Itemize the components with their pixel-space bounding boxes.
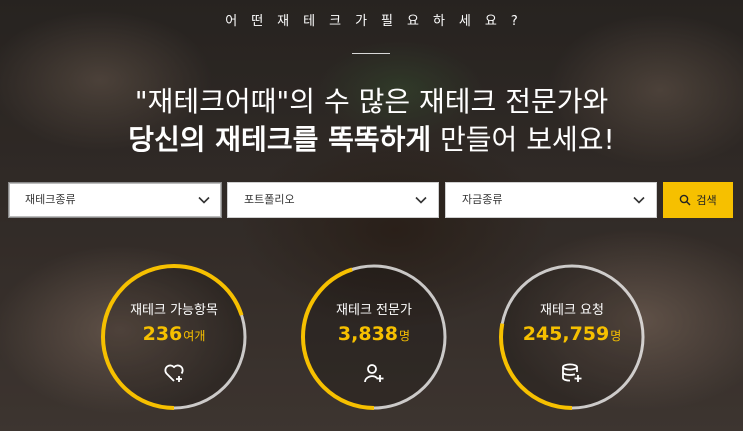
chevron-down-icon — [633, 196, 645, 204]
portfolio-select-value: 포트폴리오 — [244, 193, 295, 206]
stat-label: 재테크 전문가 — [336, 303, 412, 318]
type-select-value: 재테크종류 — [25, 193, 76, 206]
stat-unit: 명 — [610, 329, 622, 343]
stat-value: 236여개 — [100, 323, 248, 345]
headline-emphasis: 당신의 재테크를 똑똑하게 — [128, 123, 432, 156]
stat-number: 236 — [142, 323, 183, 345]
search-icon — [680, 194, 691, 206]
hero-tagline: 어떤재테크가필요하세요? — [225, 14, 532, 29]
search-button[interactable]: 검색 — [663, 182, 733, 218]
stat-available-items: 재테크 가능항목 236여개 — [100, 263, 248, 411]
headline-rest: 만들어 보세요! — [431, 123, 615, 156]
stat-number: 245,759 — [522, 323, 610, 345]
hero-headline-line2: 당신의 재테크를 똑똑하게 만들어 보세요! — [0, 118, 743, 158]
stat-label: 재테크 가능항목 — [130, 303, 218, 318]
stat-experts: 재테크 전문가 3,838명 — [300, 263, 448, 411]
portfolio-select[interactable]: 포트폴리오 — [227, 182, 439, 218]
hero-headline-line1: "재테크어때"의 수 많은 재테크 전문가와 — [134, 85, 609, 118]
stat-label: 재테크 요청 — [540, 303, 604, 318]
chevron-down-icon — [415, 196, 427, 204]
type-select[interactable]: 재테크종류 — [8, 182, 222, 218]
chevron-down-icon — [198, 196, 210, 204]
search-button-label: 검색 — [696, 195, 717, 207]
database-plus-icon — [562, 363, 582, 382]
stat-unit: 여개 — [183, 329, 206, 343]
user-plus-icon — [364, 364, 384, 383]
stat-unit: 명 — [399, 329, 411, 343]
stat-number: 3,838 — [337, 323, 399, 345]
fund-select-value: 자금종류 — [462, 193, 503, 206]
heart-plus-icon — [164, 364, 184, 382]
fund-select[interactable]: 자금종류 — [445, 182, 657, 218]
tagline-divider — [352, 53, 390, 54]
stat-requests: 재테크 요청 245,759명 — [498, 263, 646, 411]
stat-value: 3,838명 — [300, 323, 448, 345]
stat-value: 245,759명 — [498, 323, 646, 345]
